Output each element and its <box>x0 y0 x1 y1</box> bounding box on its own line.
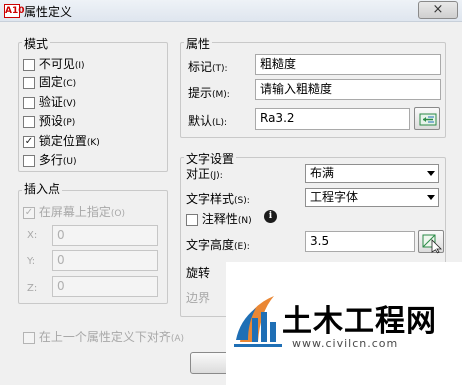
verify-checkbox-box[interactable] <box>23 96 35 109</box>
tag-label-text: 标记 <box>188 60 213 74</box>
text-style-dropdown[interactable]: 工程字体 <box>305 188 439 207</box>
z-label: Z: <box>27 283 38 294</box>
justify-dropdown[interactable]: 布满 <box>305 164 439 183</box>
text-style-shortcut: (S): <box>234 196 250 206</box>
autocad-app-icon: A10 <box>4 4 25 18</box>
specify-on-screen-checkbox-box[interactable]: ✓ <box>23 206 35 219</box>
prompt-label-text: 提示 <box>188 86 213 100</box>
specify-on-screen-label: 在屏幕上指定 <box>38 205 111 219</box>
insertion-point-title: 插入点 <box>22 180 63 197</box>
text-height-label-text: 文字高度 <box>186 238 235 252</box>
prompt-shortcut: (M): <box>212 90 230 100</box>
checkbox-align-below[interactable]: 在上一个属性定义下对齐(A) <box>23 328 184 345</box>
info-icon[interactable]: i <box>264 210 277 223</box>
boundary-label: 边界 <box>186 291 211 305</box>
mode-group-title: 模式 <box>22 35 51 52</box>
x-coordinate-input[interactable]: 0 <box>52 225 158 246</box>
civilcn-logo-icon <box>234 296 282 347</box>
specify-on-screen-shortcut: (O) <box>110 209 125 219</box>
align-below-label: 在上一个属性定义下对齐 <box>38 330 171 344</box>
multiline-shortcut: (U) <box>62 157 77 167</box>
chevron-down-icon <box>427 195 435 200</box>
align-below-checkbox-box[interactable] <box>23 331 35 344</box>
text-style-value: 工程字体 <box>310 190 359 204</box>
x-label: X: <box>27 230 38 241</box>
insert-field-icon <box>419 113 437 126</box>
prompt-label: 提示(M): <box>188 84 230 101</box>
watermark-title: 土木工程网 <box>282 304 437 339</box>
watermark-url: www.civilcn.com <box>292 337 399 350</box>
invisible-shortcut: (I) <box>74 61 85 71</box>
checkbox-verify[interactable]: 验证(V) <box>23 93 76 110</box>
tag-label: 标记(T): <box>188 58 228 75</box>
checkbox-invisible[interactable]: 不可见(I) <box>23 55 85 72</box>
text-height-label: 文字高度(E): <box>186 236 250 253</box>
annotative-checkbox-box[interactable] <box>186 213 198 226</box>
align-below-shortcut: (A) <box>170 334 185 344</box>
insert-field-button[interactable] <box>414 107 440 130</box>
default-shortcut: (L): <box>212 118 228 128</box>
pick-height-icon <box>422 234 442 254</box>
checkbox-lock-position[interactable]: ✓ 锁定位置(K) <box>23 132 100 149</box>
attribute-group-title: 属性 <box>184 35 213 52</box>
preset-label: 预设 <box>38 114 63 128</box>
multiline-label: 多行 <box>38 153 63 167</box>
annotative-label: 注释性 <box>201 212 238 226</box>
checkbox-multiline[interactable]: 多行(U) <box>23 151 76 168</box>
default-label: 默认(L): <box>188 112 227 129</box>
tag-shortcut: (T): <box>212 64 228 74</box>
text-style-label-text: 文字样式 <box>186 192 235 206</box>
preset-shortcut: (P) <box>62 118 76 128</box>
invisible-checkbox-box[interactable] <box>23 58 35 71</box>
text-style-label: 文字样式(S): <box>186 190 250 207</box>
text-height-input[interactable]: 3.5 <box>305 231 415 252</box>
checkbox-constant[interactable]: 固定(C) <box>23 73 76 90</box>
z-coordinate-input[interactable]: 0 <box>52 276 158 297</box>
chevron-down-icon <box>427 171 435 176</box>
checkbox-specify-on-screen[interactable]: ✓ 在屏幕上指定(O) <box>23 203 125 220</box>
constant-checkbox-box[interactable] <box>23 76 35 89</box>
lock-position-shortcut: (K) <box>86 138 100 148</box>
lock-position-label: 锁定位置 <box>38 134 87 148</box>
window-title: 属性定义 <box>24 5 73 19</box>
justify-label-text: 对正 <box>186 167 211 181</box>
constant-shortcut: (C) <box>62 79 77 89</box>
multiline-checkbox-box[interactable] <box>23 154 35 167</box>
default-input[interactable]: Ra3.2 <box>255 108 410 130</box>
checkbox-preset[interactable]: 预设(P) <box>23 112 75 129</box>
title-bar: A10 属性定义 × <box>0 0 462 22</box>
invisible-label: 不可见 <box>38 57 75 71</box>
y-coordinate-input[interactable]: 0 <box>52 250 158 271</box>
pick-height-button[interactable] <box>418 230 444 254</box>
close-button[interactable]: × <box>418 1 458 19</box>
verify-label: 验证 <box>38 95 63 109</box>
tag-input[interactable]: 粗糙度 <box>255 54 441 75</box>
checkbox-annotative[interactable]: 注释性(N) <box>186 210 252 227</box>
prompt-input[interactable]: 请输入粗糙度 <box>255 79 441 100</box>
y-label: Y: <box>27 256 36 267</box>
text-height-shortcut: (E): <box>234 242 250 252</box>
lock-position-checkbox-box[interactable]: ✓ <box>23 135 35 148</box>
verify-shortcut: (V) <box>62 99 77 109</box>
justify-value: 布满 <box>310 166 335 180</box>
default-label-text: 默认 <box>188 114 213 128</box>
preset-checkbox-box[interactable] <box>23 115 35 128</box>
justify-label: 对正(J): <box>186 165 223 182</box>
annotative-shortcut: (N) <box>237 216 252 226</box>
rotation-label: 旋转 <box>186 266 211 280</box>
constant-label: 固定 <box>38 75 63 89</box>
justify-shortcut: (J): <box>210 171 223 181</box>
